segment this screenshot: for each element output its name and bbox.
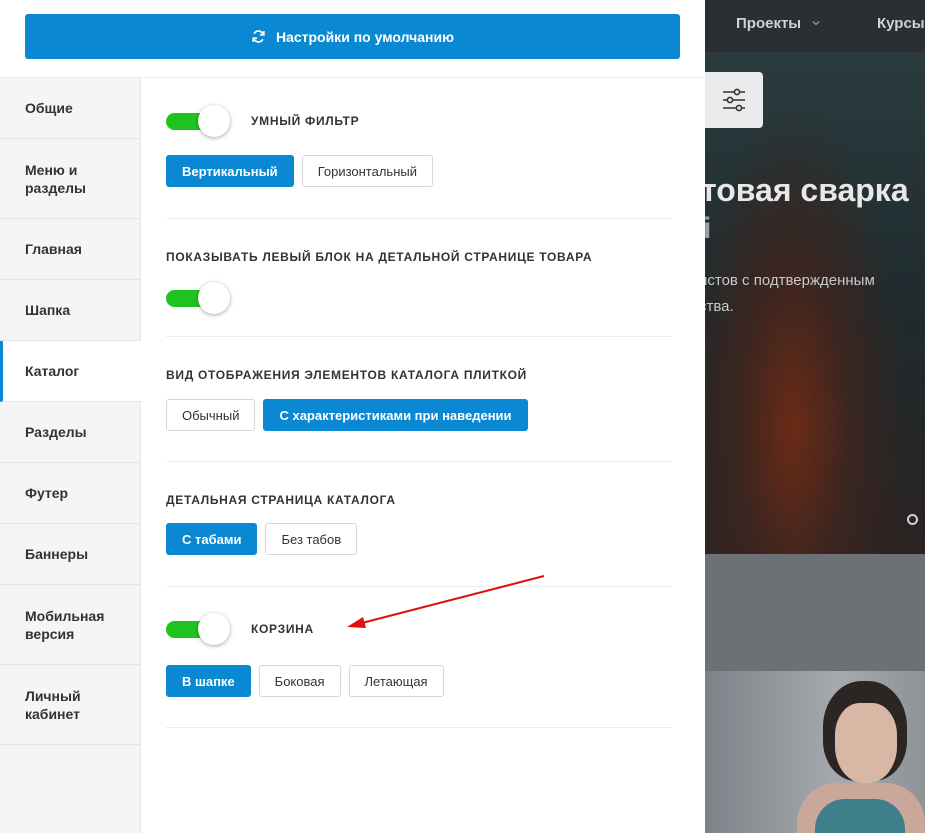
sidebar-item-sections[interactable]: Разделы (0, 402, 140, 463)
option-hover-specs[interactable]: С характеристиками при наведении (263, 399, 528, 431)
sidebar-item-label: Баннеры (25, 546, 89, 562)
detail-page-options: С табами Без табов (166, 523, 358, 555)
sidebar-item-account[interactable]: Личный кабинет (0, 665, 140, 745)
option-with-tabs[interactable]: С табами (166, 523, 258, 555)
toggle-knob (198, 105, 230, 137)
sidebar-item-label: Разделы (25, 424, 87, 440)
sidebar-item-label: Меню и разделы (25, 161, 86, 196)
sidebar-item-menu[interactable]: Меню и разделы (0, 139, 140, 219)
section-tile-view: ВИД ОТОБРАЖЕНИЯ ЭЛЕМЕНТОВ КАТАЛОГА ПЛИТК… (166, 337, 672, 462)
left-block-label: ПОКАЗЫВАТЬ ЛЕВЫЙ БЛОК НА ДЕТАЛЬНОЙ СТРАН… (166, 250, 593, 264)
option-side[interactable]: Боковая (258, 665, 341, 697)
sidebar-item-label: Мобильная версия (25, 607, 105, 642)
background-nav: Проекты Курсы (705, 0, 925, 52)
catalog-settings: УМНЫЙ ФИЛЬТР Вертикальный Горизонтальный… (166, 78, 672, 728)
tile-view-options: Обычный С характеристиками при наведении (166, 399, 528, 431)
settings-top-bar: Настройки по умолчанию (0, 0, 705, 78)
settings-panel: Настройки по умолчанию Общие Меню и разд… (0, 0, 705, 833)
sidebar-item-banners[interactable]: Баннеры (0, 524, 140, 585)
photo-shirt (815, 799, 905, 833)
sidebar-item-label: Главная (25, 241, 82, 257)
smart-filter-options: Вертикальный Горизонтальный (166, 155, 433, 187)
option-without-tabs[interactable]: Без табов (265, 523, 358, 555)
sidebar-item-footer[interactable]: Футер (0, 463, 140, 524)
sidebar-item-header[interactable]: Шапка (0, 280, 140, 341)
smart-filter-toggle[interactable] (166, 104, 230, 138)
hero-subtitle: истов с подтвержденным ства. (699, 268, 875, 320)
cart-label: КОРЗИНА (251, 622, 314, 636)
toggle-knob (198, 282, 230, 314)
section-smart-filter: УМНЫЙ ФИЛЬТР Вертикальный Горизонтальный (166, 78, 672, 219)
sidebar-item-label: Личный кабинет (25, 687, 81, 722)
sidebar-item-label: Футер (25, 485, 69, 501)
sidebar-item-label: Общие (25, 100, 73, 116)
background-gray-block (705, 554, 925, 671)
detail-page-label: ДЕТАЛЬНАЯ СТРАНИЦА КАТАЛОГА (166, 493, 396, 507)
sidebar-item-catalog[interactable]: Каталог (0, 341, 141, 402)
option-horizontal[interactable]: Горизонтальный (301, 155, 433, 187)
photo-face (835, 703, 897, 783)
sidebar-item-mobile[interactable]: Мобильная версия (0, 585, 140, 665)
sliders-icon (723, 88, 745, 112)
left-block-toggle[interactable] (166, 281, 230, 315)
section-detail-page: ДЕТАЛЬНАЯ СТРАНИЦА КАТАЛОГА С табами Без… (166, 462, 672, 587)
reset-defaults-label: Настройки по умолчанию (275, 28, 455, 45)
option-vertical[interactable]: Вертикальный (166, 155, 294, 187)
section-left-block: ПОКАЗЫВАТЬ ЛЕВЫЙ БЛОК НА ДЕТАЛЬНОЙ СТРАН… (166, 219, 672, 337)
sidebar-item-general[interactable]: Общие (0, 78, 140, 139)
nav-item-projects[interactable]: Проекты (736, 15, 821, 32)
toggle-knob (198, 613, 230, 645)
hero-subtitle-line-2: ства. (699, 298, 734, 315)
tile-view-label: ВИД ОТОБРАЖЕНИЯ ЭЛЕМЕНТОВ КАТАЛОГА ПЛИТК… (166, 368, 528, 382)
nav-item-courses[interactable]: Курсы (877, 15, 925, 32)
slider-dot[interactable] (907, 514, 918, 525)
sidebar-item-home[interactable]: Главная (0, 219, 140, 280)
option-regular[interactable]: Обычный (166, 399, 256, 431)
sidebar-item-label: Шапка (25, 302, 71, 318)
hero-subtitle-line-1: истов с подтвержденным (699, 272, 875, 289)
option-in-header[interactable]: В шапке (166, 665, 251, 697)
cart-toggle[interactable] (166, 612, 230, 646)
option-flying[interactable]: Летающая (348, 665, 444, 697)
nav-item-projects-label: Проекты (736, 15, 802, 32)
sidebar-item-label: Каталог (25, 363, 80, 379)
smart-filter-label: УМНЫЙ ФИЛЬТР (251, 114, 360, 128)
section-cart: КОРЗИНА В шапке Боковая Летающая (166, 587, 672, 728)
background-photo (705, 671, 925, 833)
reset-defaults-button[interactable]: Настройки по умолчанию (25, 14, 680, 59)
settings-toggle-button[interactable] (705, 72, 763, 128)
cart-options: В шапке Боковая Летающая (166, 665, 444, 697)
refresh-icon (252, 30, 265, 43)
settings-sidebar: Общие Меню и разделы Главная Шапка Катал… (0, 78, 141, 833)
chevron-down-icon (812, 20, 820, 26)
hero-title: товая сварка (701, 172, 909, 208)
